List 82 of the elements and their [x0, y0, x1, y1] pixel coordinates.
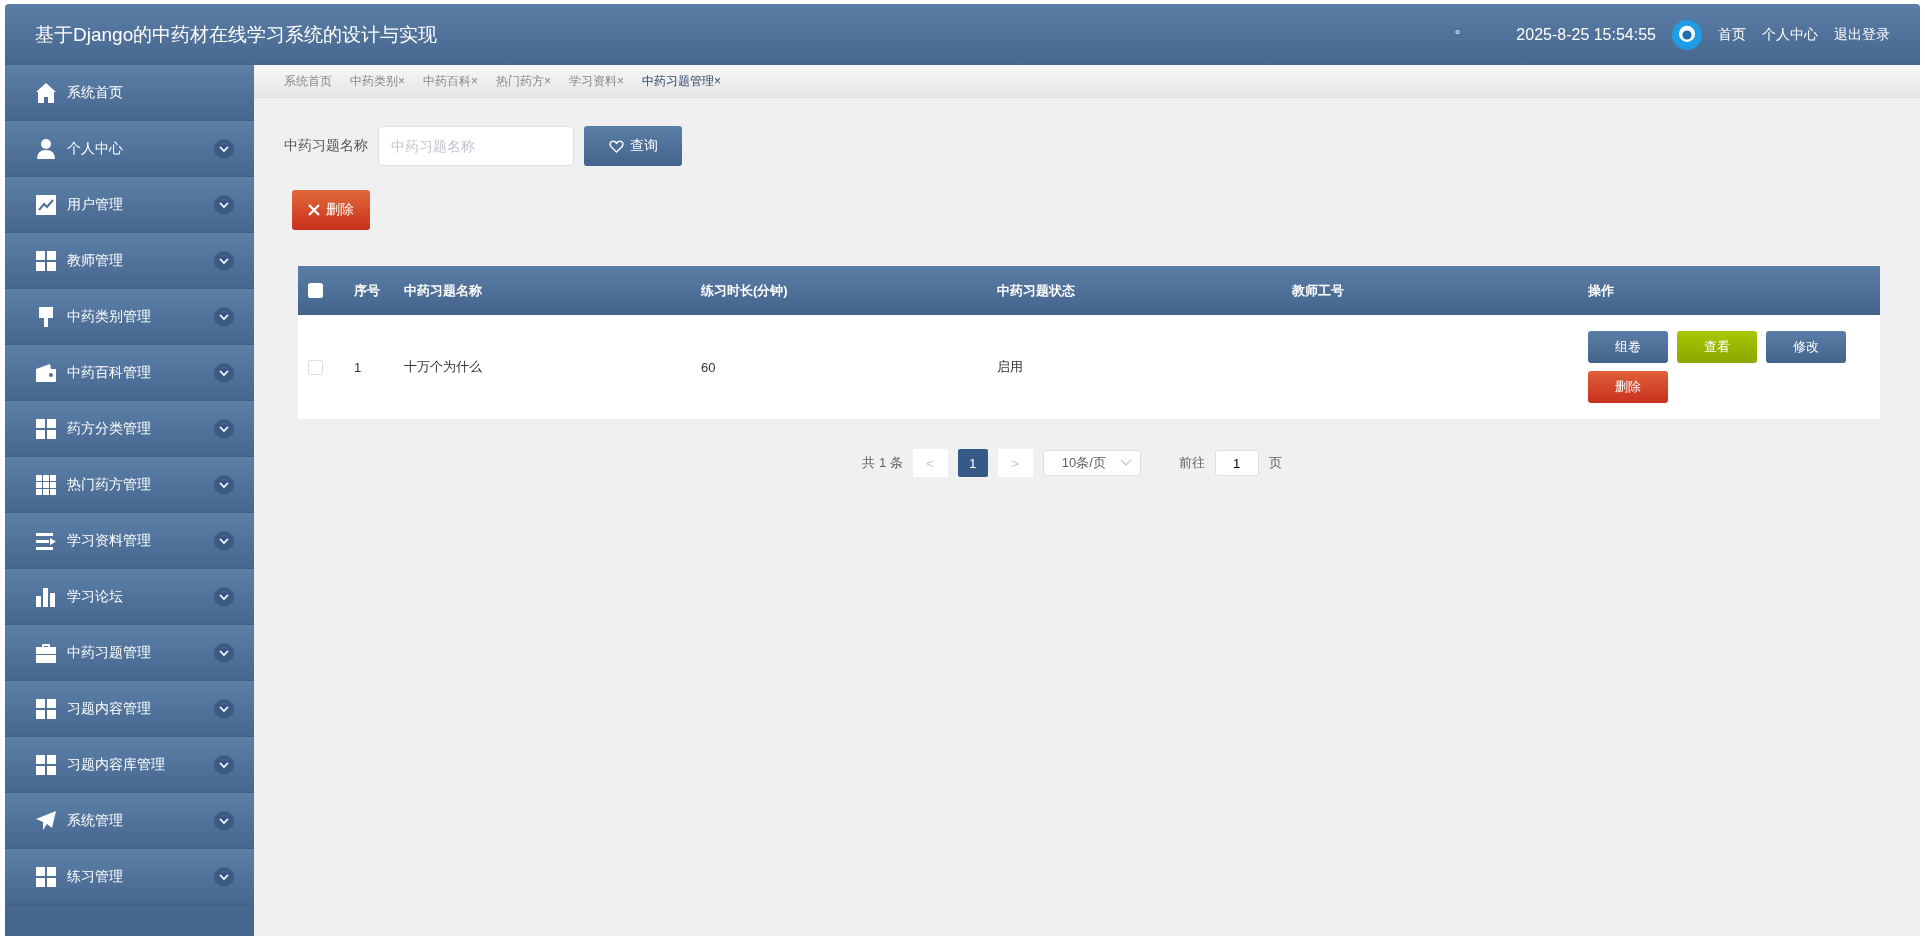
wallet-icon: [35, 361, 57, 384]
sidebar-item[interactable]: 系统管理: [5, 793, 254, 849]
chevron-down-icon: [214, 306, 234, 327]
grid-icon: [35, 865, 57, 888]
chevron-down-icon: [214, 418, 234, 439]
chevron-down-icon: [214, 586, 234, 607]
tab[interactable]: 系统首页: [284, 72, 332, 90]
select-all-checkbox[interactable]: [308, 283, 323, 298]
sidebar-item[interactable]: 中药类别管理: [5, 289, 254, 345]
sidebar-item[interactable]: 练习管理: [5, 849, 254, 905]
field-label: 中药习题名称: [284, 137, 368, 155]
person-icon: [35, 137, 57, 160]
goto-label: 前往: [1178, 454, 1205, 472]
table-cell: 60: [701, 359, 716, 375]
search-button[interactable]: 查询: [584, 126, 682, 166]
chevron-down-icon: [214, 138, 234, 159]
chevron-down-icon: [214, 362, 234, 383]
chevron-down-icon: [214, 866, 234, 887]
sidebar-item[interactable]: 中药习题管理: [5, 625, 254, 681]
column-header: 中药习题名称: [404, 281, 482, 300]
paper-plane-icon: [35, 809, 57, 832]
sidebar-item[interactable]: 习题内容管理: [5, 681, 254, 737]
action-button[interactable]: 删除: [1588, 371, 1668, 403]
header-link[interactable]: 首页: [1718, 25, 1746, 44]
action-button[interactable]: 修改: [1766, 331, 1846, 363]
delete-button[interactable]: 删除: [292, 190, 370, 230]
bar-chart-icon: [35, 585, 57, 608]
chevron-down-icon: [214, 642, 234, 663]
chart-icon: [35, 193, 57, 216]
date-time: 2025-8-25 15:54:55: [1516, 25, 1656, 44]
page-size-select[interactable]: 10条/页: [1042, 450, 1141, 476]
chevron-down-icon: [214, 530, 234, 551]
grid-icon: [35, 249, 57, 272]
page-suffix: 页: [1268, 454, 1282, 472]
tab[interactable]: 中药百科×: [423, 72, 479, 90]
grid-icon: [35, 473, 57, 496]
chevron-down-icon: [1119, 459, 1132, 467]
sidebar-item[interactable]: 药方分类管理: [5, 401, 254, 457]
heart-icon: [608, 138, 624, 154]
grid-icon: [35, 753, 57, 776]
chevron-down-icon: [214, 250, 234, 271]
avatar-icon[interactable]: [1672, 19, 1702, 50]
table-cell: 1: [354, 359, 362, 375]
tab[interactable]: 热门药方×: [496, 72, 552, 90]
briefcase-icon: [35, 641, 57, 664]
sidebar-item[interactable]: 学习论坛: [5, 569, 254, 625]
home-icon: [35, 81, 57, 104]
chevron-down-icon: [214, 474, 234, 495]
degree-mark: °: [1454, 26, 1461, 43]
tab[interactable]: 中药类别×: [350, 72, 405, 90]
sidebar-item[interactable]: 中药百科管理: [5, 345, 254, 401]
column-header: 操作: [1588, 281, 1614, 300]
row-checkbox[interactable]: [308, 359, 323, 375]
table-cell: 启用: [997, 358, 1023, 376]
sidebar-item[interactable]: 系统首页: [5, 65, 254, 121]
tab[interactable]: 中药习题管理×: [642, 72, 722, 90]
column-header: 练习时长(分钟): [701, 281, 788, 300]
grid-icon: [35, 417, 57, 440]
column-header: 中药习题状态: [997, 281, 1075, 300]
sidebar-item[interactable]: 教师管理: [5, 233, 254, 289]
header-link[interactable]: 退出登录: [1834, 25, 1890, 44]
app-title: 基于Django的中药材在线学习系统的设计与实现: [35, 22, 438, 47]
sidebar-item[interactable]: 学习资料管理: [5, 513, 254, 569]
action-button[interactable]: 组卷: [1588, 331, 1668, 363]
page-button[interactable]: 1: [957, 449, 988, 477]
chevron-down-icon: [214, 754, 234, 775]
close-icon: [308, 204, 320, 216]
column-header: 教师工号: [1292, 281, 1344, 300]
sidebar-item[interactable]: 习题内容库管理: [5, 737, 254, 793]
header-link[interactable]: 个人中心: [1762, 25, 1818, 44]
sidebar-item[interactable]: 个人中心: [5, 121, 254, 177]
chevron-down-icon: [214, 194, 234, 215]
chevron-down-icon: [214, 698, 234, 719]
goto-page-field[interactable]: 1: [1214, 450, 1259, 476]
chevron-down-icon: [214, 810, 234, 831]
table-cell: 十万个为什么: [404, 358, 482, 376]
tab[interactable]: 学习资料×: [569, 72, 625, 90]
total-count: 共 1 条: [862, 454, 903, 472]
column-header: 序号: [354, 281, 380, 300]
grid-icon: [35, 697, 57, 720]
sidebar-item[interactable]: 热门药方管理: [5, 457, 254, 513]
sidebar-item[interactable]: 用户管理: [5, 177, 254, 233]
